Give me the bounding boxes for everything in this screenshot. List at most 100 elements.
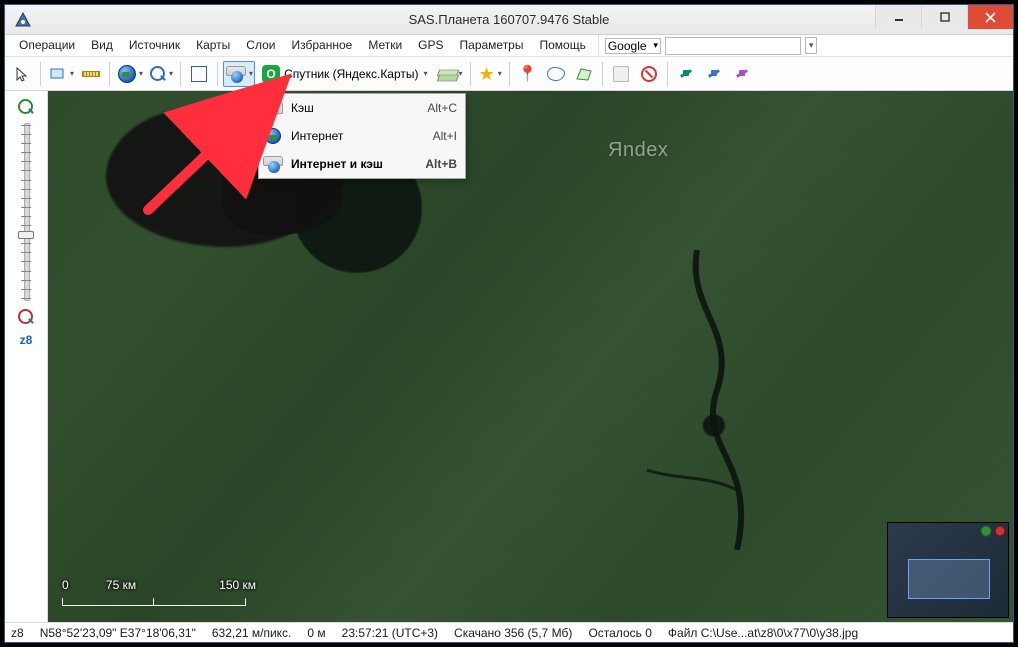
menu-view[interactable]: Вид: [83, 35, 121, 56]
search-section: Google ▾ ▾: [598, 35, 824, 56]
dd-label: Интернет: [291, 129, 425, 143]
dd-shortcut: Alt+I: [433, 129, 457, 143]
fullscreen-icon: [191, 66, 207, 82]
menubar: Операции Вид Источник Карты Слои Избранн…: [5, 35, 1013, 57]
maximize-button[interactable]: [921, 5, 967, 29]
menu-maps[interactable]: Карты: [188, 35, 238, 56]
add-polygon-button[interactable]: [571, 61, 597, 87]
minimap-viewport[interactable]: [908, 559, 990, 599]
chevron-down-icon: ▾: [498, 69, 502, 78]
content-area: z8 Яndex 0 75 км 150 км: [5, 91, 1013, 622]
chevron-down-icon: ▾: [249, 69, 253, 78]
layers-button[interactable]: ▾: [435, 61, 465, 87]
window-controls: [875, 5, 1013, 34]
chevron-down-icon: ▾: [459, 69, 463, 78]
status-zoom: z8: [11, 626, 24, 640]
chevron-down-icon[interactable]: ▾: [805, 37, 818, 54]
menu-settings[interactable]: Параметры: [452, 35, 532, 56]
forbidden-icon: [641, 66, 657, 82]
scale-mid: 75 км: [76, 578, 166, 592]
status-remaining: Осталось 0: [588, 626, 651, 640]
source-dropdown: Кэш Alt+C Интернет Alt+I Интернет и кэш …: [258, 93, 466, 179]
gps-sat2-button[interactable]: [701, 61, 727, 87]
ruler-button[interactable]: [78, 61, 104, 87]
app-icon: [15, 12, 31, 28]
source-option-internet-cache[interactable]: Интернет и кэш Alt+B: [259, 150, 465, 178]
separator: [217, 62, 218, 86]
menu-gps[interactable]: GPS: [410, 35, 451, 56]
earth-icon: [118, 65, 136, 83]
map-canvas[interactable]: Яndex 0 75 км 150 км: [48, 91, 1013, 622]
search-provider-select[interactable]: Google ▾: [605, 38, 661, 54]
notes-button[interactable]: [608, 61, 634, 87]
dd-shortcut: Alt+B: [425, 157, 457, 171]
titlebar: SAS.Планета 160707.9476 Stable: [5, 5, 1013, 35]
source-option-cache[interactable]: Кэш Alt+C: [259, 94, 465, 122]
close-button[interactable]: [967, 5, 1013, 29]
select-rect-button[interactable]: ▾: [46, 61, 76, 87]
toolbar: ▾ ▾ ▾ ▾ О Спутник (Яндекс.Карты) ▾ ▾ ★▾ …: [5, 57, 1013, 91]
no-download-button[interactable]: [636, 61, 662, 87]
goto-button[interactable]: ▾: [115, 61, 145, 87]
menu-source[interactable]: Источник: [121, 35, 188, 56]
zoom-sidebar: z8: [5, 91, 48, 622]
search-input[interactable]: [665, 37, 801, 55]
separator: [470, 62, 471, 86]
zoom-slider[interactable]: [16, 123, 36, 301]
satellite-icon: [705, 65, 723, 83]
menu-layers[interactable]: Слои: [238, 35, 283, 56]
statusbar: z8 N58°52'23,09" E37°18'06,31" 632,21 м/…: [5, 622, 1013, 642]
menu-operations[interactable]: Операции: [11, 35, 83, 56]
gps-sat1-button[interactable]: [673, 61, 699, 87]
favorites-button[interactable]: ★▾: [476, 61, 504, 87]
disk-icon: [263, 98, 283, 118]
add-point-button[interactable]: 📍: [515, 61, 541, 87]
dd-label: Кэш: [291, 101, 419, 115]
status-elevation: 0 м: [307, 626, 325, 640]
app-window: SAS.Планета 160707.9476 Stable Операции …: [4, 4, 1014, 643]
chevron-down-icon: ▾: [653, 40, 658, 51]
search-icon: [150, 66, 166, 82]
net-drive-icon: [226, 66, 246, 82]
zoom-in-button[interactable]: [16, 97, 36, 117]
gps-sat3-button[interactable]: [729, 61, 755, 87]
layers-icon: [438, 67, 456, 81]
zoom-out-button[interactable]: [16, 307, 36, 327]
zoom-thumb[interactable]: [18, 231, 34, 239]
active-map-select[interactable]: О Спутник (Яндекс.Карты) ▾: [257, 61, 432, 87]
satellite-icon: [677, 65, 695, 83]
chevron-down-icon: ▾: [169, 69, 173, 78]
star-icon: ★: [479, 65, 495, 83]
status-coordinates: N58°52'23,09" E37°18'06,31": [40, 626, 196, 640]
chevron-down-icon: ▾: [424, 69, 428, 78]
status-downloaded: Скачано 356 (5,7 Мб): [454, 626, 572, 640]
fullscreen-button[interactable]: [186, 61, 212, 87]
scale-end: 150 км: [166, 578, 256, 592]
search-tool-button[interactable]: ▾: [147, 61, 175, 87]
chevron-down-icon: ▾: [139, 69, 143, 78]
separator: [509, 62, 510, 86]
separator: [602, 62, 603, 86]
source-option-internet[interactable]: Интернет Alt+I: [259, 122, 465, 150]
dd-shortcut: Alt+C: [427, 101, 457, 115]
minimap-controls: [980, 525, 1006, 537]
status-time: 23:57:21 (UTC+3): [342, 626, 438, 640]
menu-help[interactable]: Помощь: [531, 35, 593, 56]
cursor-tool-button[interactable]: [9, 61, 35, 87]
minimize-button[interactable]: [875, 5, 921, 29]
menu-favorites[interactable]: Избранное: [283, 35, 360, 56]
map-watermark: Яndex: [608, 139, 668, 162]
pin-icon: 📍: [518, 64, 538, 84]
map-feature: [627, 250, 827, 550]
dd-label: Интернет и кэш: [291, 157, 417, 171]
window-title: SAS.Планета 160707.9476 Stable: [5, 12, 1013, 27]
menu-marks[interactable]: Метки: [360, 35, 410, 56]
net-drive-icon: [263, 154, 283, 174]
separator: [180, 62, 181, 86]
scale-bar: 0 75 км 150 км: [62, 578, 256, 606]
separator: [40, 62, 41, 86]
cache-source-button[interactable]: ▾: [223, 61, 255, 87]
minimap[interactable]: [887, 522, 1009, 618]
status-resolution: 632,21 м/пикс.: [212, 626, 292, 640]
add-path-button[interactable]: [543, 61, 569, 87]
